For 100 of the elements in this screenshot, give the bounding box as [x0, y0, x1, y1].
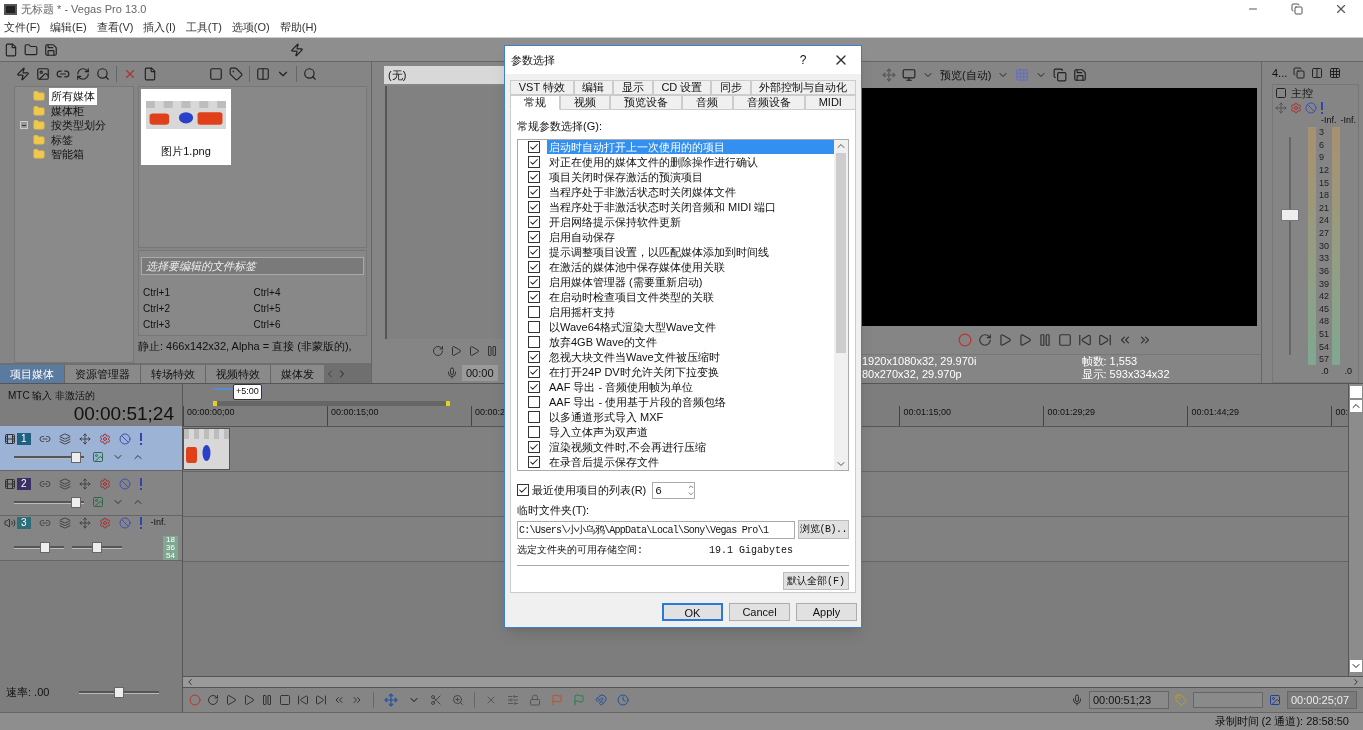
play-icon[interactable] [998, 333, 1012, 347]
checkbox[interactable] [528, 156, 540, 168]
bus-icon[interactable] [1275, 87, 1287, 100]
monitor-icon[interactable] [902, 68, 916, 82]
checkbox[interactable] [528, 411, 540, 423]
skip-forward-icon[interactable] [315, 694, 327, 706]
copy-icon[interactable] [1053, 68, 1068, 82]
option-label[interactable]: AAF 导出 - 使用基于片段的音频包络 [547, 395, 834, 409]
columns-icon[interactable] [1311, 67, 1324, 79]
volume-slider[interactable] [14, 542, 64, 554]
option-label[interactable]: 开启网络提示保持软件更新 [547, 215, 834, 229]
checkbox[interactable] [528, 216, 540, 228]
checkbox[interactable] [528, 336, 540, 348]
dialog-tab[interactable]: 音频设备 [732, 95, 805, 110]
dialog-tab[interactable]: 显示 [613, 80, 653, 95]
dialog-tab[interactable]: 同步 [711, 80, 751, 95]
folder-icon[interactable] [33, 119, 45, 132]
checkbox[interactable] [528, 306, 540, 318]
scroll-down-icon[interactable] [1350, 660, 1362, 672]
exclamation-icon[interactable] [1320, 101, 1324, 114]
dialog-tab[interactable]: MIDI [804, 95, 856, 110]
play-icon[interactable] [1018, 333, 1032, 347]
move-icon[interactable] [78, 433, 91, 445]
next-frame-icon[interactable] [351, 694, 363, 706]
stop-icon[interactable] [279, 694, 291, 706]
menu-item[interactable]: 编辑(E) [50, 19, 87, 36]
image-icon[interactable] [36, 67, 50, 81]
loop-icon[interactable] [978, 333, 992, 347]
lightning-icon[interactable] [16, 67, 30, 81]
option-label[interactable]: 启用摇杆支持 [547, 305, 834, 319]
checkbox[interactable] [528, 186, 540, 198]
option-label[interactable]: 放弃4GB Wave的文件 [547, 335, 834, 349]
slider-thumb[interactable] [71, 496, 81, 508]
dock-tab[interactable]: 项目媒体 [0, 365, 64, 383]
image-icon[interactable] [92, 451, 104, 463]
copy-icon[interactable] [1293, 67, 1306, 79]
option-label[interactable]: 项目关闭时保存激活的预演项目 [547, 170, 834, 184]
checkbox[interactable] [528, 291, 540, 303]
exclamation-icon[interactable] [138, 517, 143, 529]
delete-icon[interactable] [485, 694, 497, 706]
checkbox[interactable] [528, 351, 540, 363]
move-icon[interactable] [882, 68, 896, 82]
option-label[interactable]: 渲染视频文件时,不会再进行压缩 [547, 440, 834, 454]
slider-thumb[interactable] [114, 686, 125, 698]
view-icon[interactable] [256, 67, 270, 81]
tree-item[interactable]: 按类型划分 [49, 117, 108, 134]
slider-thumb[interactable] [71, 451, 81, 463]
rate-slider[interactable] [79, 686, 160, 698]
loop-icon[interactable] [432, 345, 444, 357]
dialog-tab[interactable]: 外部控制与自动化 [750, 80, 857, 95]
exclamation-icon[interactable] [138, 478, 143, 490]
option-label[interactable]: 忽视大块文件当Wave文件被压缩时 [547, 350, 834, 364]
settings-icon[interactable] [98, 517, 111, 529]
scroll-right-icon[interactable] [1351, 677, 1361, 687]
mute-icon[interactable] [118, 433, 131, 445]
checkbox[interactable] [528, 396, 540, 408]
checkbox[interactable] [528, 231, 540, 243]
expand-button[interactable] [20, 121, 28, 130]
dialog-tab[interactable]: 编辑 [573, 80, 614, 95]
menu-item[interactable]: 帮助(H) [279, 19, 317, 36]
restore-icon[interactable] [1291, 3, 1303, 15]
menu-item[interactable]: 查看(V) [96, 19, 134, 36]
dock-tab[interactable]: 视频特效 [205, 365, 270, 383]
layers-icon[interactable] [58, 433, 71, 445]
tree-item[interactable]: 媒体柜 [49, 102, 86, 119]
previous-frame-icon[interactable] [333, 694, 345, 706]
tree-item[interactable]: 智能箱 [49, 146, 86, 163]
volume-slider[interactable] [14, 451, 84, 463]
checkbox[interactable] [528, 426, 540, 438]
dock-tab[interactable]: 资源管理器 [64, 365, 140, 383]
volume-slider[interactable] [14, 496, 84, 508]
play-icon[interactable] [450, 345, 462, 357]
skip-back-icon[interactable] [297, 694, 309, 706]
option-label[interactable]: 在打开24P DV时允许关闭下拉变换 [547, 365, 834, 379]
folder-icon[interactable] [33, 148, 45, 161]
loop-icon[interactable] [207, 694, 219, 706]
tag-field[interactable]: 选择要编辑的文件标签 [141, 257, 364, 275]
move-icon[interactable] [1275, 101, 1287, 114]
option-label[interactable]: 提示调整项目设置，以匹配媒体添加到时间线 [547, 245, 834, 259]
folder-icon[interactable] [33, 90, 45, 103]
grid-icon[interactable] [1329, 67, 1342, 79]
option-label[interactable]: 在录音后提示保存文件 [547, 455, 834, 469]
checkbox[interactable] [528, 441, 540, 453]
link-icon[interactable] [38, 478, 51, 490]
pause-icon[interactable] [486, 345, 498, 357]
checkbox[interactable] [528, 276, 540, 288]
option-label[interactable]: 在启动时检查项目文件类型的关联 [547, 290, 834, 304]
menu-item[interactable]: 工具(T) [185, 19, 222, 36]
pause-icon[interactable] [261, 694, 273, 706]
menu-item[interactable]: 选项(O) [231, 19, 270, 36]
play-icon[interactable] [225, 694, 237, 706]
video-clip[interactable] [183, 428, 230, 470]
option-label[interactable]: 启用媒体管理器 (需要重新启动) [547, 275, 834, 289]
save-icon[interactable] [44, 42, 58, 57]
scroll-left-icon[interactable] [185, 677, 195, 687]
layers-icon[interactable] [58, 478, 71, 490]
option-label[interactable]: 当程序处于非激活状态时关闭媒体文件 [547, 185, 834, 199]
checkbox[interactable] [528, 246, 540, 258]
mute-icon[interactable] [118, 478, 131, 490]
dialog-tab[interactable]: 预览设备 [610, 95, 683, 110]
